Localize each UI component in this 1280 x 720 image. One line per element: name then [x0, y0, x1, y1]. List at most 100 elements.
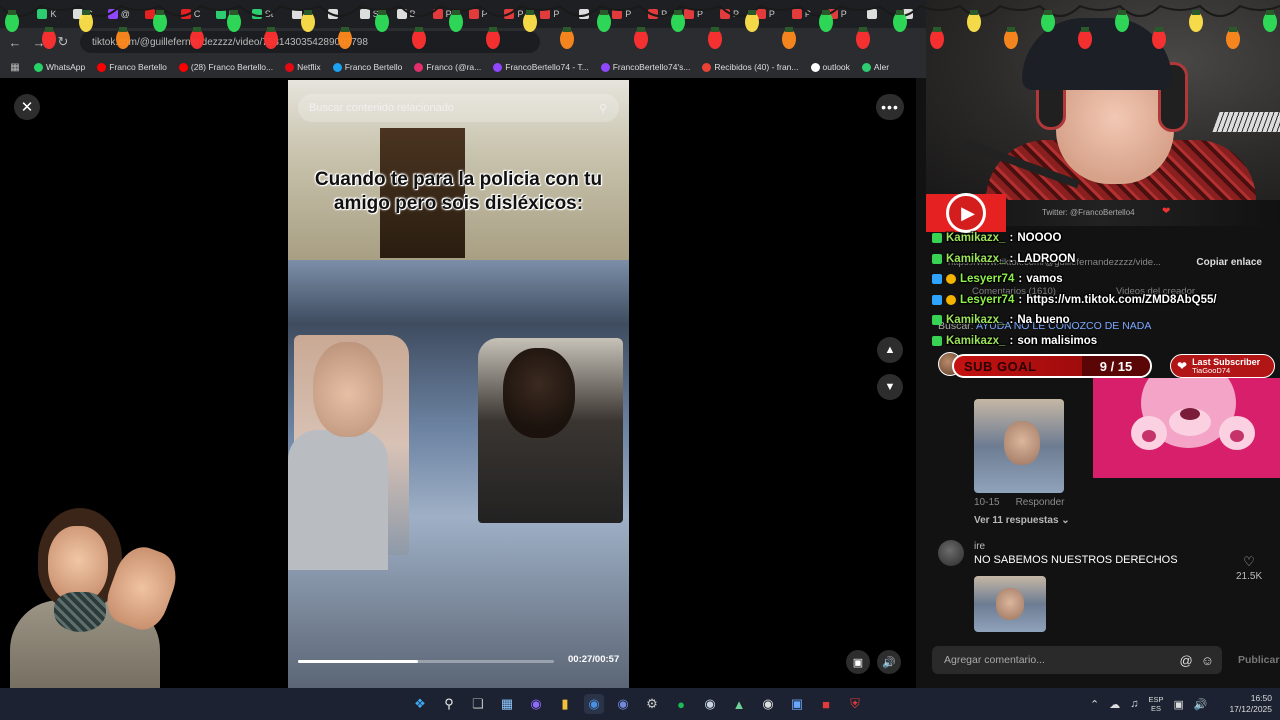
comment-username[interactable]: ire [974, 541, 985, 552]
more-options-button[interactable]: ••• [876, 94, 904, 120]
browser-tab[interactable]: C [66, 3, 100, 25]
app-triangle-icon[interactable]: ▲ [729, 694, 749, 714]
back-icon[interactable]: ← [8, 35, 22, 50]
taskbar-clock[interactable]: 16:50 17/12/2025 [1222, 693, 1272, 715]
reload-icon[interactable]: ↻ [56, 34, 70, 50]
chevron-up-icon: ▲ [884, 344, 896, 356]
bookmark-item[interactable]: outlook [810, 62, 850, 72]
browser-tab[interactable]: P [425, 3, 459, 25]
reply-button[interactable]: Responder [1016, 497, 1065, 508]
url-field[interactable]: tiktok.com/@guillefernandezzzz/video/758… [80, 31, 540, 53]
browser-tab[interactable]: K [30, 3, 64, 25]
browser-tab[interactable] [317, 3, 351, 25]
task-view-icon[interactable]: ❏ [468, 694, 488, 714]
bookmark-item[interactable]: Franco (@ra... [414, 62, 481, 72]
steam-icon[interactable]: ◉ [700, 694, 720, 714]
tab-label: C [157, 9, 165, 19]
volume-icon[interactable]: 🔊 [1194, 698, 1208, 711]
browser-tab[interactable]: P [497, 3, 531, 25]
folder-icon[interactable]: ▮ [555, 694, 575, 714]
bookmark-item[interactable]: FrancoBertello74 - T... [493, 62, 589, 72]
mention-icon[interactable]: @ [1180, 653, 1193, 668]
chat-separator: : [1009, 232, 1014, 245]
browser-tab[interactable]: C [174, 3, 208, 25]
comment-image-face [996, 588, 1024, 620]
bookmark-favicon-icon [810, 62, 820, 72]
store-icon[interactable]: ▦ [497, 694, 517, 714]
bear-overlay-image [1093, 378, 1280, 478]
browser-tab[interactable]: @ [102, 3, 136, 25]
volume-button[interactable]: 🔊 [877, 650, 901, 674]
browser-tab[interactable]: St [246, 3, 280, 25]
network-icon[interactable]: ▣ [1173, 698, 1183, 711]
bookmark-item[interactable]: Franco Bertello [332, 62, 402, 72]
comment-image[interactable] [974, 399, 1064, 493]
search-icon[interactable]: ⚲ [599, 102, 607, 115]
browser-tab[interactable]: P [677, 3, 711, 25]
settings-gear-icon[interactable]: ⚙ [642, 694, 662, 714]
bookmark-item[interactable]: Aler [861, 62, 889, 72]
language-indicator[interactable]: ESP ES [1148, 695, 1163, 713]
browser-tab[interactable]: P [820, 3, 854, 25]
next-video-button[interactable]: ▼ [877, 374, 903, 400]
bookmark-item[interactable]: WhatsApp [34, 62, 85, 72]
shield-icon[interactable]: ⛨ [845, 694, 865, 714]
apps-grid-icon[interactable]: ▦ [8, 62, 22, 73]
tab-label: P [768, 9, 775, 19]
related-search-bar[interactable]: Buscar contenido relacionado ⚲ [298, 94, 619, 122]
browser-tab[interactable]: P [533, 3, 567, 25]
app-red-icon[interactable]: ■ [816, 694, 836, 714]
video-caption: Cuando te para la policia con tu amigo p… [314, 169, 603, 214]
chat-text: son malisimos [1017, 334, 1098, 347]
bookmark-item[interactable]: (28) Franco Bertello... [178, 62, 273, 72]
browser-tab[interactable]: P [748, 3, 782, 25]
cloud-icon[interactable]: ☁ [1109, 698, 1120, 711]
browser-tab[interactable] [856, 3, 890, 25]
obs-icon[interactable]: ◉ [526, 694, 546, 714]
spotify-icon[interactable]: ● [671, 694, 691, 714]
publish-button[interactable]: Publicar [1238, 654, 1279, 666]
close-button[interactable]: ✕ [14, 94, 40, 120]
like-heart-icon[interactable]: ♡ [1234, 554, 1264, 570]
browser-tab[interactable]: P [461, 3, 495, 25]
chat-badge-icon [932, 274, 942, 285]
video-progress-bar[interactable] [298, 660, 554, 663]
browser-tab[interactable]: P [605, 3, 639, 25]
taskbar-apps: ❖ ⚲ ❏ ▦ ◉ ▮ ◉ ◉ ⚙ ● ◉ ▲ ◉ ▣ ■ ⛨ [410, 688, 865, 720]
bookmark-item[interactable]: Franco Bertello [97, 62, 167, 72]
tab-favicon-icon [359, 9, 370, 19]
browser-tab[interactable]: P [784, 3, 818, 25]
comment-image[interactable] [974, 576, 1046, 632]
chrome-icon[interactable]: ◉ [584, 694, 604, 714]
windows-start-icon[interactable]: ❖ [410, 694, 430, 714]
forward-icon[interactable]: → [32, 35, 46, 50]
browser-tab[interactable]: Fr [210, 3, 244, 25]
browser-tab[interactable] [892, 3, 926, 25]
emoji-icon[interactable]: ☺ [1201, 653, 1214, 668]
search-icon[interactable]: ⚲ [439, 694, 459, 714]
browser-tab[interactable]: Si [353, 3, 387, 25]
controller-icon[interactable]: ◉ [758, 694, 778, 714]
bookmark-item[interactable]: Recibidos (40) - fran... [702, 62, 799, 72]
pip-button[interactable]: ▣ [846, 650, 870, 674]
comment-input[interactable]: Agregar comentario... @ ☺ [932, 646, 1222, 674]
chat-username: Kamikazx_ [946, 232, 1006, 245]
microphone-icon[interactable]: ♫ [1130, 698, 1138, 710]
avatar[interactable] [938, 540, 964, 566]
previous-video-button[interactable]: ▲ [877, 337, 903, 363]
monitor-icon[interactable]: ▣ [787, 694, 807, 714]
tab-favicon-icon [432, 9, 443, 19]
discord-icon[interactable]: ◉ [613, 694, 633, 714]
browser-tab[interactable]: P [641, 3, 675, 25]
browser-tab[interactable]: P [713, 3, 747, 25]
tab-label: P [481, 9, 488, 19]
view-replies-button[interactable]: Ver 11 respuestas ⌄ [974, 515, 1070, 526]
chevron-up-icon[interactable]: ⌃ [1090, 698, 1099, 711]
bookmark-item[interactable]: Netflix [285, 62, 321, 72]
browser-tab[interactable] [281, 3, 315, 25]
bookmark-item[interactable]: FrancoBertello74's... [600, 62, 690, 72]
browser-tab[interactable]: B [389, 3, 423, 25]
browser-tab[interactable] [569, 3, 603, 25]
video-player[interactable]: Buscar contenido relacionado ⚲ Cuando te… [288, 80, 629, 688]
browser-tab[interactable]: C [138, 3, 172, 25]
